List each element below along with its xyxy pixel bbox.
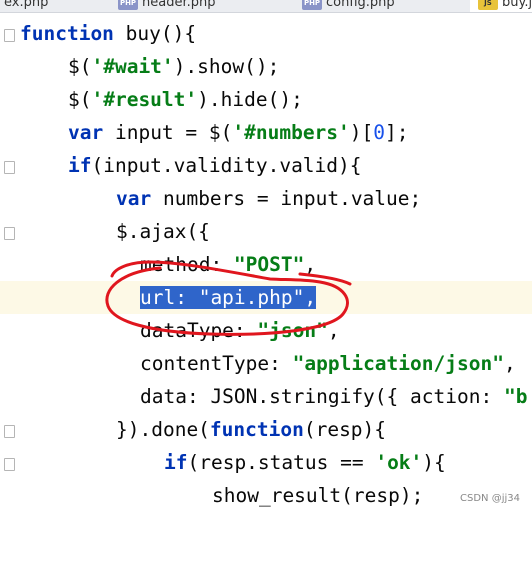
code-line: if(resp.status == 'ok'){ [0,446,532,479]
fold-marker-icon[interactable] [4,458,15,471]
code-line: contentType: "application/json", [140,352,516,375]
tab-buy-js[interactable]: JSbuy.js [470,0,532,12]
tab-config-php[interactable]: PHP config.php [302,0,395,12]
code-line: show_result(resp); [212,484,424,507]
fold-marker-icon[interactable] [4,425,15,438]
code-line: dataType: "json", [140,319,340,342]
tab-ex-php[interactable]: PHPex.php [0,0,48,12]
code-line: function buy(){ [0,17,532,50]
current-code-line: url: "api.php", [0,281,532,314]
code-editor[interactable]: function buy(){ $('#wait').show(); $('#r… [0,13,532,510]
selected-text[interactable]: url: "api.php", [140,286,317,309]
editor-tab-strip: PHPex.php PHPheader.php PHPconfig.php JS… [0,0,532,13]
fold-marker-icon[interactable] [4,227,15,240]
code-line: $('#result').hide(); [68,88,303,111]
code-line: method: "POST", [140,253,317,276]
tab-header-php[interactable]: PHP header.php [118,0,215,12]
code-line: if(input.validity.valid){ [0,149,532,182]
watermark: CSDN @jj34 [460,493,520,504]
code-line: data: JSON.stringify({ action: "b [140,385,528,408]
code-line: var input = $('#numbers')[0]; [68,121,409,144]
php-file-icon: PHP [302,0,322,10]
js-file-icon: JS [478,0,498,10]
php-file-icon: PHP [118,0,138,10]
fold-marker-icon[interactable] [4,161,15,174]
code-line: var numbers = input.value; [116,187,422,210]
code-line: $('#wait').show(); [68,55,280,78]
code-line: $.ajax({ [0,215,532,248]
code-line: }).done(function(resp){ [0,413,532,446]
fold-marker-icon[interactable] [4,29,15,42]
